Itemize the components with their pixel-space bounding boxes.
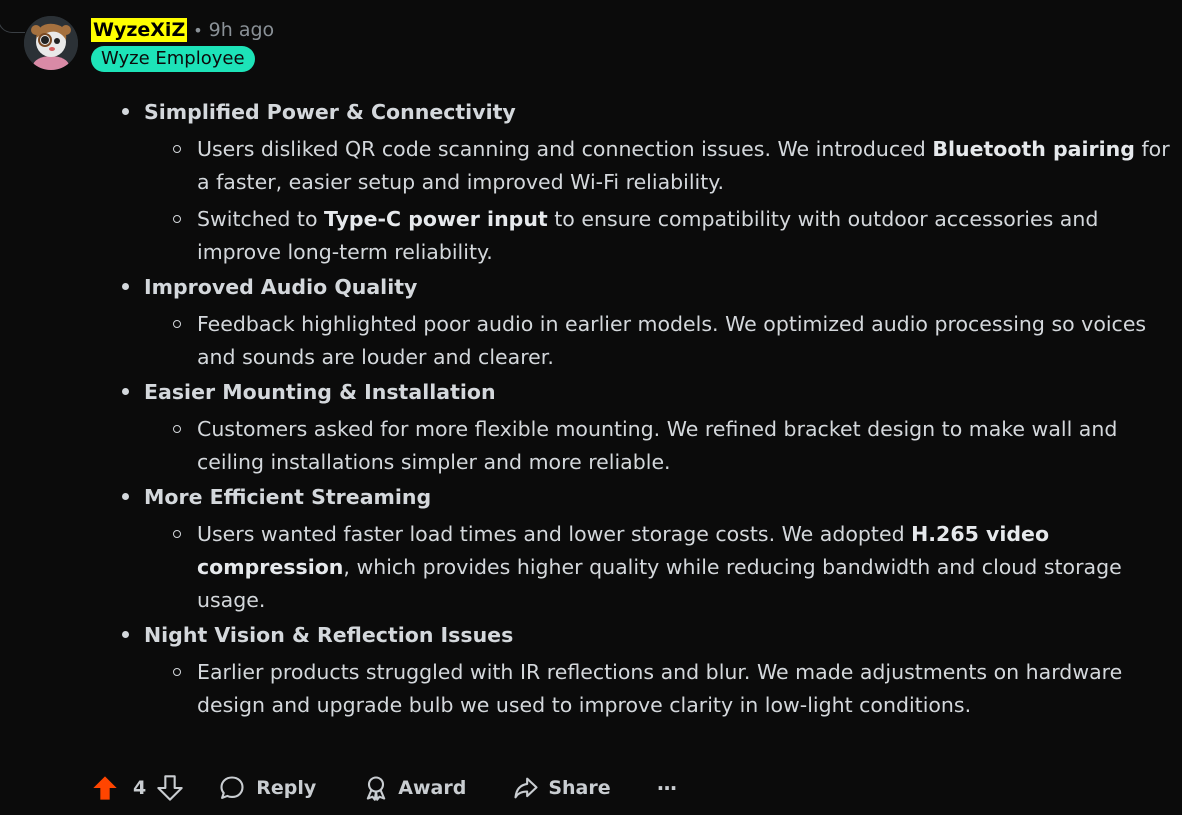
section-title: Night Vision & Reflection Issues — [144, 623, 514, 647]
text-run: Users disliked QR code scanning and conn… — [197, 137, 933, 161]
avatar-icon — [24, 16, 78, 70]
bullet-icon — [122, 388, 129, 395]
text-run: Users wanted faster load times and lower… — [197, 522, 912, 546]
award-icon — [367, 776, 386, 801]
circle-bullet-icon — [173, 215, 181, 223]
section-title: Easier Mounting & Installation — [144, 380, 496, 404]
bullet-icon — [122, 493, 129, 500]
share-icon — [514, 777, 538, 799]
text-run: Switched to — [197, 207, 325, 231]
username[interactable]: WyzeXiZ — [91, 18, 188, 42]
section-title: Improved Audio Quality — [144, 275, 418, 299]
award-label: Award — [398, 777, 467, 799]
section-item: More Efficient Streaming Users wanted fas… — [91, 481, 1171, 617]
separator-dot: • — [193, 20, 203, 40]
award-button[interactable]: Award — [362, 774, 466, 802]
text-run: Earlier products struggled with IR refle… — [197, 660, 1123, 717]
sub-item-text: Users wanted faster load times and lower… — [197, 518, 1171, 617]
sub-item: Users disliked QR code scanning and conn… — [144, 133, 1171, 199]
author-row: WyzeXiZ • 9h ago — [91, 16, 274, 44]
comment-header: WyzeXiZ • 9h ago Wyze Employee — [91, 16, 274, 72]
circle-bullet-icon — [173, 145, 181, 153]
sub-item: Customers asked for more flexible mounti… — [144, 413, 1171, 479]
sub-item: Switched to Type-C power input to ensure… — [144, 203, 1171, 269]
circle-bullet-icon — [173, 425, 181, 433]
text-run: Feedback highlighted poor audio in earli… — [197, 312, 1147, 369]
reply-label: Reply — [256, 777, 317, 799]
bold-text: Bluetooth pairing — [932, 137, 1135, 161]
circle-bullet-icon — [173, 668, 181, 676]
sub-item: Earlier products struggled with IR refle… — [144, 656, 1171, 722]
sub-list: Users wanted faster load times and lower… — [144, 518, 1171, 617]
section-title: More Efficient Streaming — [144, 485, 432, 509]
text-run: Customers asked for more flexible mounti… — [197, 417, 1118, 474]
section-item: Improved Audio Quality Feedback highlight… — [91, 271, 1171, 374]
sub-list: Feedback highlighted poor audio in earli… — [144, 308, 1171, 374]
sub-item: Users wanted faster load times and lower… — [144, 518, 1171, 617]
sub-item-text: Earlier products struggled with IR refle… — [197, 656, 1171, 722]
comment-body: Simplified Power & Connectivity Users dis… — [91, 96, 1171, 724]
sub-item-text: Feedback highlighted poor audio in earli… — [197, 308, 1171, 374]
sub-item-text: Switched to Type-C power input to ensure… — [197, 203, 1171, 269]
share-label: Share — [548, 777, 611, 799]
sub-list: Users disliked QR code scanning and conn… — [144, 133, 1171, 269]
sub-item-text: Users disliked QR code scanning and conn… — [197, 133, 1171, 199]
more-icon: ··· — [656, 776, 678, 800]
vote-count: 4 — [133, 777, 147, 799]
sub-list: Earlier products struggled with IR refle… — [144, 656, 1171, 722]
circle-bullet-icon — [173, 530, 181, 538]
sub-item: Feedback highlighted poor audio in earli… — [144, 308, 1171, 374]
downvote-button[interactable] — [156, 774, 184, 802]
section-item: Simplified Power & Connectivity Users dis… — [91, 96, 1171, 269]
upvote-icon — [93, 776, 117, 800]
thread-line — [0, 16, 25, 33]
circle-bullet-icon — [173, 320, 181, 328]
timestamp[interactable]: 9h ago — [209, 19, 275, 41]
bullet-icon — [122, 631, 129, 638]
upvote-button[interactable] — [91, 774, 119, 802]
action-bar: 4 Reply Award Share ··· — [91, 770, 678, 806]
bullet-icon — [122, 283, 129, 290]
bold-text: Type-C power input — [324, 207, 548, 231]
share-button[interactable]: Share — [512, 774, 611, 802]
downvote-icon — [157, 775, 183, 801]
sub-item-text: Customers asked for more flexible mounti… — [197, 413, 1171, 479]
user-flair: Wyze Employee — [91, 46, 255, 72]
section-item: Night Vision & Reflection Issues Earlier … — [91, 619, 1171, 722]
more-options-button[interactable]: ··· — [656, 776, 678, 800]
avatar[interactable] — [24, 16, 78, 70]
section-list: Simplified Power & Connectivity Users dis… — [91, 96, 1171, 722]
bullet-icon — [122, 108, 129, 115]
section-title: Simplified Power & Connectivity — [144, 100, 516, 124]
sub-list: Customers asked for more flexible mounti… — [144, 413, 1171, 479]
section-item: Easier Mounting & Installation Customers … — [91, 376, 1171, 479]
reply-icon — [220, 776, 244, 799]
reply-button[interactable]: Reply — [218, 774, 316, 802]
